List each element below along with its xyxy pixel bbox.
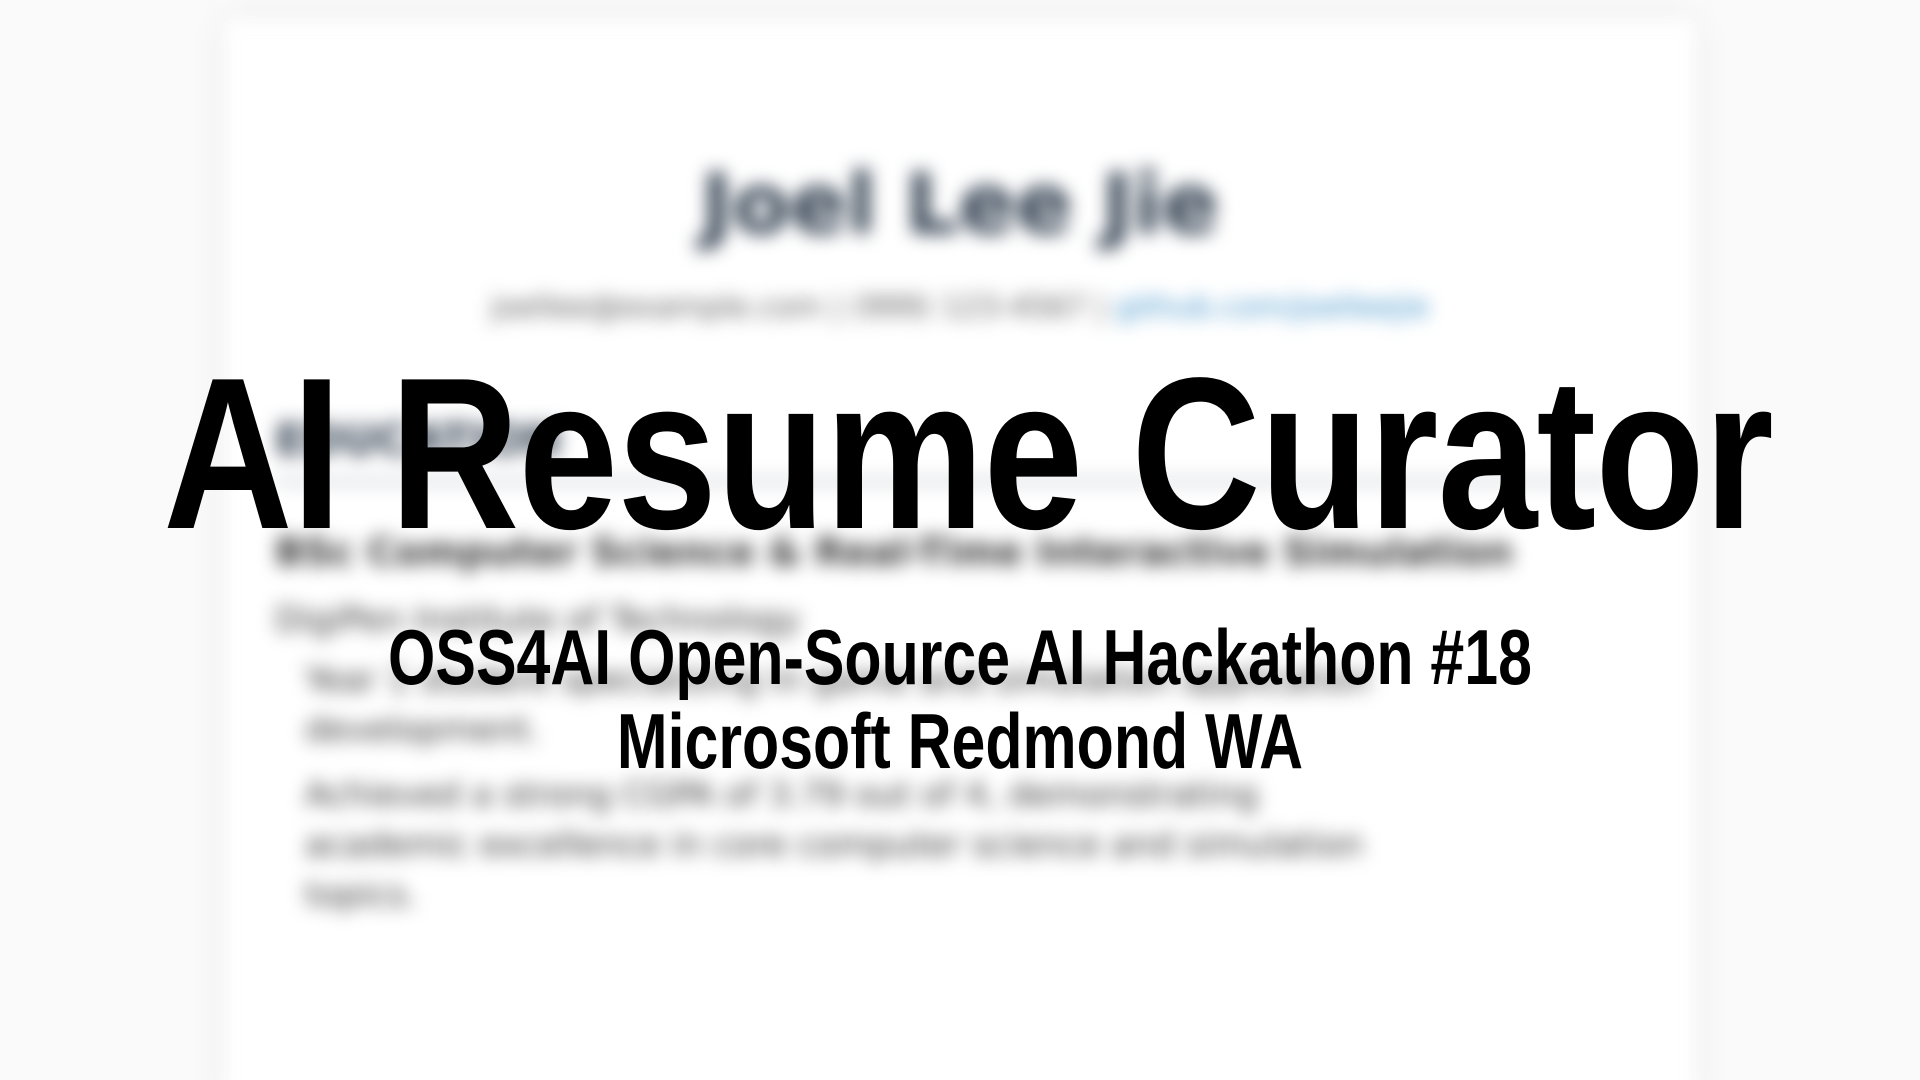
- event-name: OSS4AI Open-Source AI Hackathon #18: [388, 613, 1532, 701]
- title-overlay: AI Resume Curator OSS4AI Open-Source AI …: [0, 0, 1920, 1080]
- event-location: Microsoft Redmond WA: [616, 697, 1304, 785]
- main-title: AI Resume Curator: [163, 332, 1774, 574]
- banner-stage: Joel Lee Jie joellee@example.com | (999)…: [0, 0, 1920, 1080]
